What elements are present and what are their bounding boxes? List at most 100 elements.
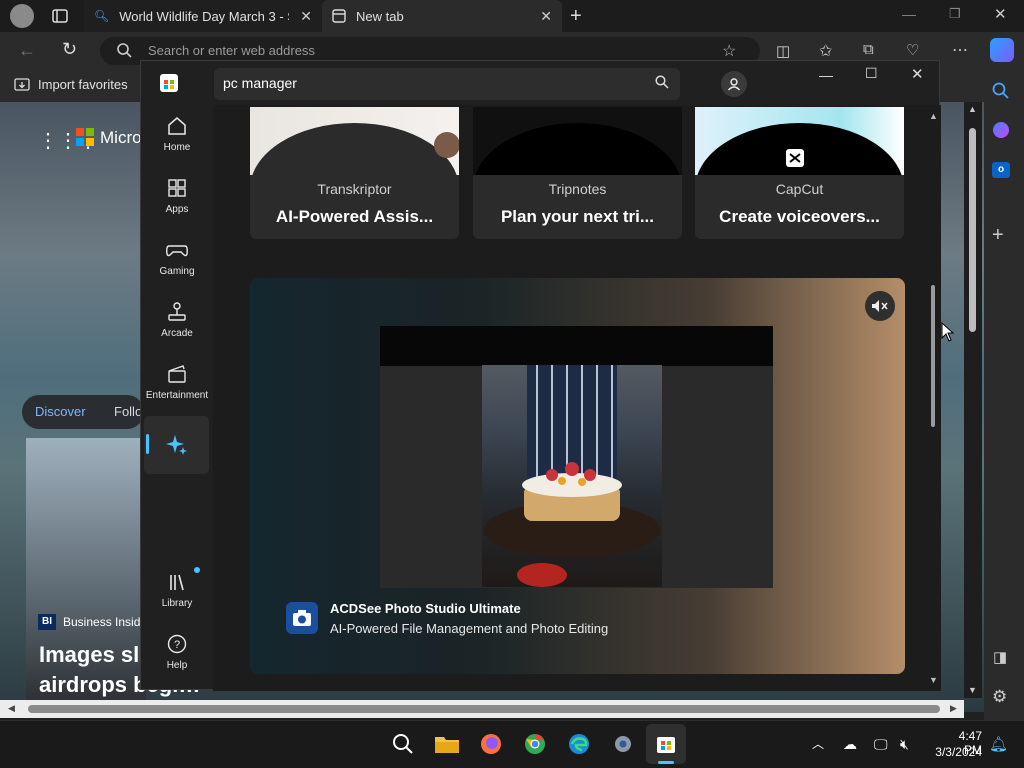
app-description: Create voiceovers...	[719, 207, 880, 226]
promo-video-letterbox	[380, 326, 773, 366]
nav-apps[interactable]: Apps	[145, 167, 209, 225]
nav-label: Gaming	[159, 266, 195, 277]
add-sidebar-app-icon[interactable]: +	[992, 224, 1004, 247]
taskbar-date[interactable]: 3/3/2024	[930, 745, 982, 759]
svg-text:?: ?	[174, 639, 180, 651]
copilot-sparkle-icon	[165, 433, 189, 457]
notification-bell-icon[interactable]: 🔔︎	[989, 735, 1008, 753]
settings-gear-icon[interactable]: ⚙	[992, 687, 1007, 707]
search-icon[interactable]	[655, 75, 669, 89]
store-minimize-icon[interactable]: —	[819, 67, 833, 83]
settings-app-icon[interactable]	[607, 728, 639, 760]
home-icon	[168, 117, 186, 135]
collections-icon[interactable]: ⧉	[863, 41, 874, 58]
store-scroll-thumb[interactable]	[931, 285, 935, 427]
store-scroll-down-icon[interactable]: ▼	[929, 675, 938, 685]
nav-home[interactable]: Home	[145, 105, 209, 163]
tab-actions-icon[interactable]	[52, 8, 68, 24]
app-card-tripnotes[interactable]: Tripnotes Plan your next tri...	[473, 107, 682, 239]
close-window-icon[interactable]: ✕	[994, 5, 1007, 23]
app-card-transkriptor[interactable]: Transkriptor AI-Powered Assis...	[250, 107, 459, 239]
network-disconnected-icon[interactable]: ☁	[843, 736, 857, 753]
taskbar-search-icon[interactable]	[387, 728, 419, 760]
account-icon[interactable]	[721, 71, 747, 97]
tab-new-tab[interactable]: New tab ✕	[322, 0, 562, 32]
newtab-page-icon	[332, 9, 346, 23]
store-close-icon[interactable]: ✕	[911, 65, 924, 83]
search-icon: 🔍︎	[94, 9, 110, 23]
tab-label: World Wildlife Day March 3 - Sea	[119, 8, 289, 24]
copilot-icon[interactable]	[990, 38, 1014, 62]
nav-arcade[interactable]: Arcade	[145, 291, 209, 349]
tab-world-wildlife[interactable]: 🔍︎ World Wildlife Day March 3 - Sea ✕	[84, 0, 322, 32]
outlook-icon[interactable]: o	[992, 162, 1010, 178]
hide-sidebar-icon[interactable]: ◨	[993, 648, 1007, 666]
scroll-up-arrow-icon[interactable]: ▲	[968, 104, 977, 114]
promo-cake-photo	[482, 365, 662, 587]
favorite-star-icon[interactable]: ☆	[722, 41, 736, 61]
file-explorer-icon[interactable]	[431, 728, 463, 760]
app-name: Transkriptor	[317, 181, 392, 197]
windows-taskbar	[0, 720, 1024, 768]
nav-entertainment[interactable]: Entertainment	[145, 353, 209, 411]
split-screen-icon[interactable]: ◫	[776, 42, 790, 60]
close-tab-icon[interactable]: ✕	[300, 8, 312, 25]
browser-essentials-icon[interactable]: ♡	[906, 41, 919, 59]
nav-label: Entertainment	[145, 390, 209, 401]
search-icon[interactable]	[992, 82, 1010, 100]
tab-following[interactable]: Follo	[114, 404, 142, 419]
promo-app-title: ACDSee Photo Studio Ultimate	[330, 601, 521, 616]
profile-avatar[interactable]	[10, 4, 34, 28]
mouse-cursor	[941, 322, 955, 342]
chrome-icon[interactable]	[519, 728, 551, 760]
scroll-left-arrow-icon[interactable]: ◀	[8, 703, 15, 714]
library-update-dot	[194, 567, 200, 573]
show-hidden-icons-chevron-icon[interactable]: ︿	[812, 735, 824, 752]
import-icon	[14, 77, 30, 92]
microsoft-store-icon[interactable]	[650, 728, 682, 760]
microsoft-brand-text: Micro	[100, 128, 142, 147]
store-maximize-icon[interactable]: ☐	[865, 65, 878, 82]
close-tab-icon[interactable]: ✕	[540, 8, 552, 25]
app-card-hero	[695, 107, 904, 175]
address-placeholder: Search or enter web address	[148, 43, 315, 58]
store-logo-icon	[160, 74, 178, 92]
nav-gaming[interactable]: Gaming	[145, 229, 209, 287]
nav-label: Help	[166, 660, 188, 671]
help-icon: ?	[167, 634, 187, 654]
import-favorites-label: Import favorites	[38, 77, 128, 92]
library-icon	[170, 574, 184, 591]
acdsee-app-icon	[286, 602, 318, 634]
volume-muted-icon[interactable]: 🔇︎	[900, 736, 909, 753]
gaming-icon	[166, 245, 188, 257]
active-app-indicator	[658, 761, 674, 764]
microsoft-logo-icon	[76, 128, 94, 146]
nav-label: Home	[163, 142, 191, 153]
firefox-icon[interactable]	[475, 728, 507, 760]
display-icon[interactable]: 🖵︎	[874, 736, 888, 753]
app-card-capcut[interactable]: CapCut Create voiceovers...	[695, 107, 904, 239]
import-favorites-link[interactable]: Import favorites	[14, 77, 128, 92]
store-content: Transkriptor AI-Powered Assis... Tripnot…	[213, 105, 941, 691]
restore-icon[interactable]: ❐	[949, 6, 961, 22]
store-scroll-up-icon[interactable]: ▲	[929, 111, 938, 121]
edge-icon[interactable]	[563, 728, 595, 760]
more-menu-icon[interactable]: ⋯	[952, 40, 968, 60]
nav-label: Apps	[165, 204, 189, 215]
tab-discover[interactable]: Discover	[35, 404, 86, 419]
minimize-icon[interactable]: —	[902, 6, 916, 22]
back-icon[interactable]: ←	[18, 40, 36, 61]
promo-banner[interactable]: ACDSee Photo Studio Ultimate AI-Powered …	[250, 278, 905, 674]
new-tab-plus-icon[interactable]: +	[570, 5, 582, 28]
favorites-icon[interactable]: ✩	[819, 41, 832, 61]
page-scroll-thumb[interactable]	[969, 128, 976, 332]
page-hscroll-thumb[interactable]	[28, 705, 940, 713]
copilot-sidebar-icon[interactable]	[993, 122, 1009, 138]
scroll-right-arrow-icon[interactable]: ▶	[950, 703, 957, 714]
arcade-icon	[168, 302, 186, 321]
refresh-icon[interactable]: ↻	[62, 39, 77, 60]
scroll-down-arrow-icon[interactable]: ▼	[968, 685, 977, 695]
nav-help[interactable]: ? Help	[145, 623, 209, 681]
mute-toggle-button[interactable]	[865, 291, 895, 321]
promo-app-subtitle: AI-Powered File Management and Photo Edi…	[330, 621, 609, 636]
